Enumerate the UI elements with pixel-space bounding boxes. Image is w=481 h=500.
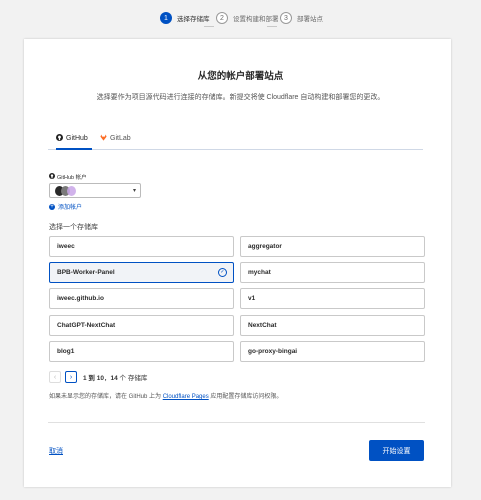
tab-label: GitLab [110, 134, 131, 142]
hint-prefix: 如果未显示您的存储库，请在 GitHub 上为 [49, 394, 163, 400]
account-label: GitHub 帐户 [49, 173, 87, 181]
tab-github[interactable]: GitHub [56, 128, 92, 150]
repo-item[interactable]: go-proxy-bingai [240, 341, 425, 362]
repo-name: BPB-Worker-Panel [57, 269, 115, 276]
repo-name: v1 [248, 295, 256, 302]
account-select[interactable]: ▾ [49, 183, 141, 198]
repo-name: iweec.github.io [57, 295, 104, 302]
repo-item-selected[interactable]: BPB-Worker-Panel ✓ [49, 262, 234, 283]
step-number: 1 [160, 12, 172, 24]
step-label: 选择存储库 [177, 16, 210, 23]
step-number: 2 [216, 12, 228, 24]
provider-tabs: GitHub GitLab [48, 128, 423, 150]
page-subtitle: 选择要作为项目源代码进行连接的存储库。新提交将使 Cloudflare 自动构建… [96, 94, 385, 101]
tab-label: GitHub [66, 134, 88, 142]
repo-name: mychat [248, 269, 271, 276]
chevron-down-icon: ▾ [132, 188, 136, 194]
page-title: 从您的帐户部署站点 [197, 71, 284, 82]
repo-name: ChatGPT-NextChat [57, 322, 116, 329]
pagination: ‹ › 1 到 10，14 个 存储库 [49, 371, 147, 383]
repo-name: aggregator [248, 243, 282, 250]
cloudflare-pages-link[interactable]: Cloudflare Pages [163, 394, 209, 400]
step-label: 部署站点 [297, 16, 323, 23]
tab-gitlab[interactable]: GitLab [100, 128, 136, 148]
step-select-repo: 1 选择存储库 [160, 9, 210, 27]
step-build-settings: 2 设置构建和部署 [216, 9, 279, 27]
check-circle-icon: ✓ [218, 268, 227, 277]
repo-item[interactable]: iweec [49, 236, 234, 257]
start-setup-button[interactable]: 开始设置 [369, 440, 424, 461]
avatar [55, 186, 77, 196]
page-range: 1 到 10 [83, 375, 104, 382]
cancel-button[interactable]: 取消 [49, 446, 63, 456]
page-suffix: 个 存储库 [119, 375, 148, 382]
github-icon [49, 173, 55, 181]
step-deploy-site: 3 部署站点 [280, 9, 323, 27]
progress-stepper: 1 选择存储库 2 设置构建和部署 3 部署站点 [0, 9, 481, 27]
step-number: 3 [280, 12, 292, 24]
repo-total: 14 [110, 375, 118, 382]
step-label: 设置构建和部署 [233, 16, 279, 23]
repo-item[interactable]: mychat [240, 262, 425, 283]
step-divider [204, 26, 214, 27]
repo-item[interactable]: iweec.github.io [49, 288, 234, 309]
repo-list-title: 选择一个存储库 [49, 224, 98, 231]
add-account-label: 添加帐户 [58, 205, 83, 211]
step-divider [267, 26, 277, 27]
repo-item[interactable]: v1 [240, 288, 425, 309]
repo-item[interactable]: aggregator [240, 236, 425, 257]
footer-divider [48, 422, 425, 423]
repo-name: blog1 [57, 348, 75, 355]
repo-item[interactable]: blog1 [49, 341, 234, 362]
gitlab-icon [100, 133, 107, 143]
repo-name: NextChat [248, 322, 277, 329]
repo-access-hint: 如果未显示您的存储库，请在 GitHub 上为 Cloudflare Pages… [49, 391, 282, 400]
pagination-summary: 1 到 10，14 个 存储库 [83, 372, 147, 382]
account-label-text: GitHub 帐户 [57, 175, 87, 181]
prev-page-button[interactable]: ‹ [49, 371, 61, 383]
repo-item[interactable]: ChatGPT-NextChat [49, 315, 234, 336]
plus-icon: + [49, 203, 55, 210]
next-page-button[interactable]: › [65, 371, 77, 383]
github-icon [56, 133, 63, 143]
add-account-link[interactable]: + 添加帐户 [49, 202, 82, 211]
repo-name: go-proxy-bingai [248, 348, 298, 355]
hint-suffix: 应用配置存储库访问权限。 [208, 394, 283, 400]
repo-item[interactable]: NextChat [240, 315, 425, 336]
repo-name: iweec [57, 243, 75, 250]
